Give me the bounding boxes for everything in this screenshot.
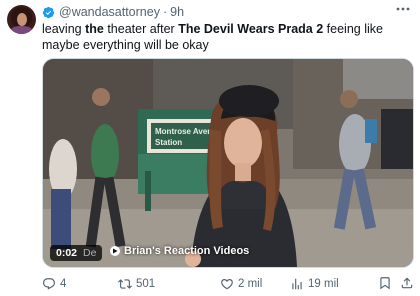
repost-button[interactable]: 501 — [118, 277, 216, 291]
views-chart-icon — [292, 278, 302, 290]
verified-badge-icon — [42, 6, 55, 18]
source-logo-icon — [110, 246, 120, 256]
tweet-actions: 4 501 2 mil 19 mil — [42, 276, 414, 292]
reply-count: 4 — [60, 278, 67, 290]
repost-count: 501 — [136, 278, 156, 290]
reply-icon — [43, 278, 55, 290]
tweet-text: leaving the theater after The Devil Wear… — [42, 22, 383, 52]
bold-word: the — [85, 22, 104, 36]
video-timecode: 0:02 De — [50, 245, 103, 261]
repost-icon — [118, 279, 132, 289]
caption-partial: De — [83, 247, 97, 259]
video-time: 0:02 — [56, 247, 78, 259]
video-frame: Montrose Avenue Station — [43, 59, 413, 267]
views-count: 19 mil — [308, 278, 339, 290]
tweet-header: @wandasattorney · 9h — [42, 4, 184, 20]
user-handle[interactable]: @wandasattorney — [59, 5, 160, 19]
separator-dot: · — [162, 5, 168, 19]
video-source-name: Brian's Reaction Videos — [124, 245, 250, 257]
timestamp[interactable]: 9h — [170, 5, 184, 19]
bookmark-icon — [380, 277, 390, 290]
views-button[interactable]: 19 mil — [290, 277, 370, 291]
like-button[interactable]: 2 mil — [220, 277, 290, 291]
video-source-caption[interactable]: Brian's Reaction Videos — [110, 245, 249, 257]
heart-icon — [221, 279, 233, 290]
more-options-icon[interactable] — [394, 2, 412, 18]
bookmark-button[interactable] — [378, 276, 392, 290]
video-player[interactable]: Montrose Avenue Station 0:02 De — [42, 58, 414, 268]
avatar[interactable] — [7, 5, 36, 34]
share-button[interactable] — [400, 276, 414, 290]
reply-button[interactable]: 4 — [42, 277, 112, 291]
station-sign-line2: Station — [155, 138, 182, 147]
like-count: 2 mil — [238, 278, 263, 290]
share-icon — [401, 277, 413, 289]
tweet[interactable]: @wandasattorney · 9h leaving the theater… — [0, 0, 420, 296]
movie-title: The Devil Wears Prada 2 — [178, 22, 324, 36]
